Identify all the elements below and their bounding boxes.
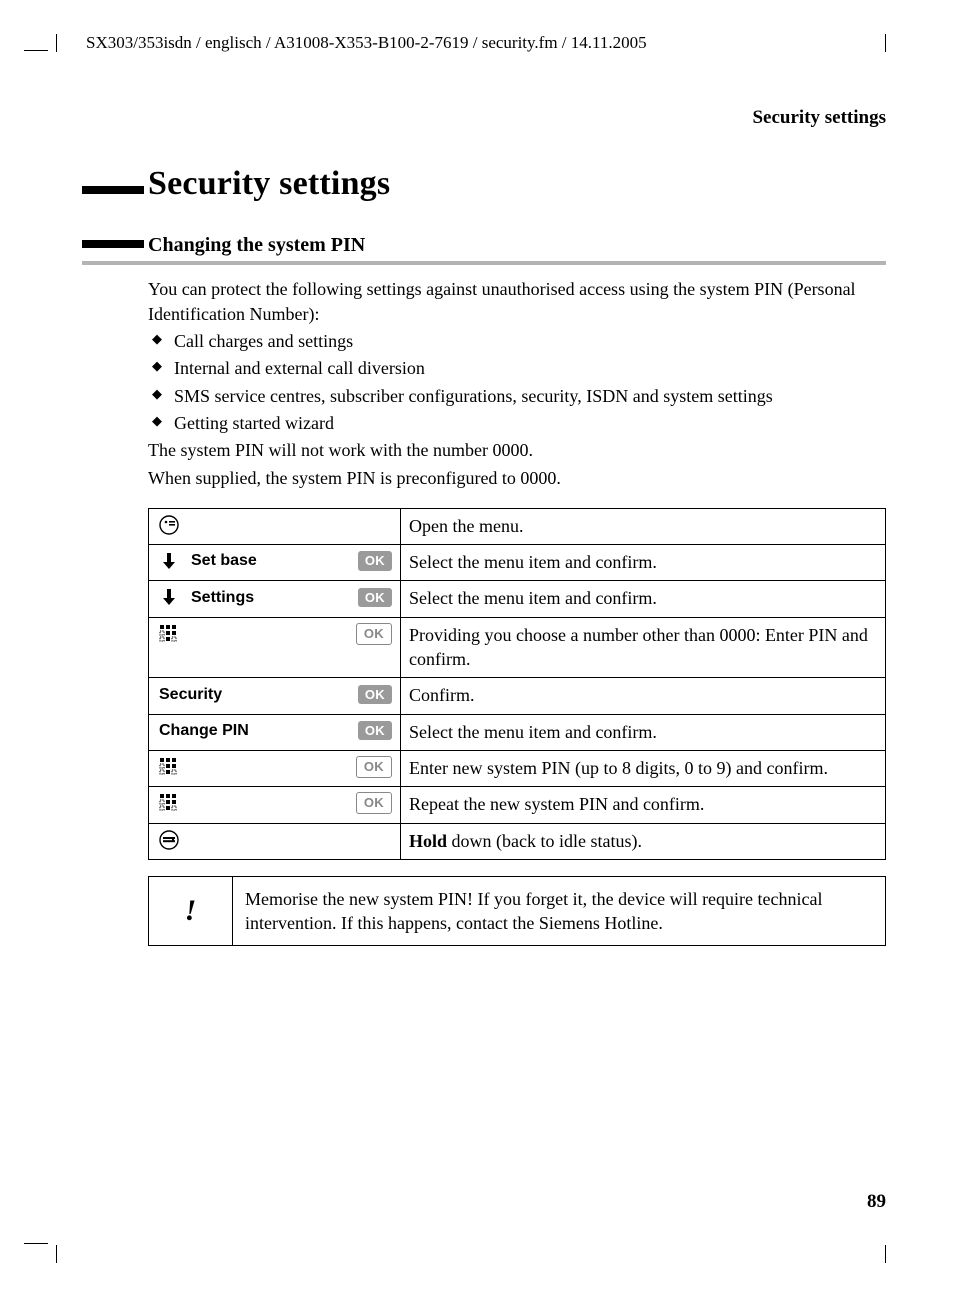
table-row: OK Providing you choose a number other th… <box>149 617 886 678</box>
table-row: Hold down (back to idle status). <box>149 823 886 859</box>
step-key-cell: OK <box>149 617 401 678</box>
table-row: OK Enter new system PIN (up to 8 digits, … <box>149 750 886 786</box>
step-desc-bold: Hold <box>409 831 447 851</box>
after-list-paragraph-2: When supplied, the system PIN is preconf… <box>148 466 886 490</box>
step-key-cell <box>149 508 401 544</box>
step-key-cell: OK <box>149 787 401 823</box>
step-label: Settings <box>189 587 350 609</box>
step-desc-cell: Repeat the new system PIN and confirm. <box>401 787 886 823</box>
page: SX303/353isdn / englisch / A31008-X353-B… <box>82 32 886 946</box>
step-label: Change PIN <box>157 720 350 742</box>
list-item: Call charges and settings <box>148 329 886 353</box>
table-row: Change PIN OK Select the menu item and con… <box>149 714 886 750</box>
ok-badge: OK <box>358 721 392 741</box>
intro-paragraph: You can protect the following settings a… <box>148 277 886 326</box>
ok-badge: OK <box>356 623 392 645</box>
step-key-cell: Change PIN OK <box>149 714 401 750</box>
table-row: OK Repeat the new system PIN and confirm. <box>149 787 886 823</box>
table-row: Open the menu. <box>149 508 886 544</box>
section-title: Changing the system PIN <box>148 232 886 259</box>
page-number: 89 <box>867 1189 886 1215</box>
table-row: Set base OK Select the menu item and confi… <box>149 545 886 581</box>
list-item: Getting started wizard <box>148 411 886 435</box>
down-arrow-icon <box>160 587 178 607</box>
bullet-list: Call charges and settings Internal and e… <box>148 329 886 435</box>
step-label: Security <box>157 684 350 706</box>
ok-badge: OK <box>356 792 392 814</box>
step-key-cell: Set base OK <box>149 545 401 581</box>
step-desc-cell: Hold down (back to idle status). <box>401 823 886 859</box>
menu-open-icon-wrap <box>157 514 181 536</box>
step-desc-rest: down (back to idle status). <box>447 831 642 851</box>
table-row: Settings OK Select the menu item and confi… <box>149 581 886 617</box>
list-item: Internal and external call diversion <box>148 356 886 380</box>
keypad-icon <box>158 756 180 778</box>
down-arrow-icon-wrap <box>157 587 181 607</box>
keypad-icon <box>158 623 180 645</box>
section-underline <box>82 261 886 265</box>
after-list-paragraph-1: The system PIN will not work with the nu… <box>148 438 886 462</box>
down-arrow-icon <box>160 551 178 571</box>
step-desc-cell: Open the menu. <box>401 508 886 544</box>
running-header: Security settings <box>82 105 886 131</box>
step-label: Set base <box>189 550 350 572</box>
exclamation-icon: ! <box>149 877 233 946</box>
keypad-icon-wrap <box>157 756 181 778</box>
h1-marker-bar <box>82 186 144 194</box>
note-text: Memorise the new system PIN! If you forg… <box>233 877 885 946</box>
step-key-cell: Security OK <box>149 678 401 714</box>
step-key-cell: Settings OK <box>149 581 401 617</box>
ok-badge: OK <box>356 756 392 778</box>
steps-table: Open the menu. Set base OK Select the menu … <box>148 508 886 860</box>
step-key-cell: OK <box>149 750 401 786</box>
step-desc-cell: Confirm. <box>401 678 886 714</box>
ok-badge: OK <box>358 588 392 608</box>
ok-badge: OK <box>358 551 392 571</box>
step-desc-cell: Select the menu item and confirm. <box>401 714 886 750</box>
step-desc-cell: Enter new system PIN (up to 8 digits, 0 … <box>401 750 886 786</box>
note-box: ! Memorise the new system PIN! If you fo… <box>148 876 886 947</box>
h2-marker-bar <box>82 240 144 248</box>
doc-path-line: SX303/353isdn / englisch / A31008-X353-B… <box>82 32 886 55</box>
keypad-icon <box>158 792 180 814</box>
step-desc-cell: Select the menu item and confirm. <box>401 545 886 581</box>
page-title: Security settings <box>148 161 886 207</box>
step-key-cell <box>149 823 401 859</box>
step-desc-cell: Select the menu item and confirm. <box>401 581 886 617</box>
table-row: Security OK Confirm. <box>149 678 886 714</box>
ok-badge: OK <box>358 685 392 705</box>
hangup-icon <box>158 829 180 851</box>
keypad-icon-wrap <box>157 792 181 814</box>
hangup-icon-wrap <box>157 829 181 851</box>
step-desc-cell: Providing you choose a number other than… <box>401 617 886 678</box>
down-arrow-icon-wrap <box>157 551 181 571</box>
menu-open-icon <box>158 514 180 536</box>
list-item: SMS service centres, subscriber configur… <box>148 384 886 408</box>
keypad-icon-wrap <box>157 623 181 645</box>
